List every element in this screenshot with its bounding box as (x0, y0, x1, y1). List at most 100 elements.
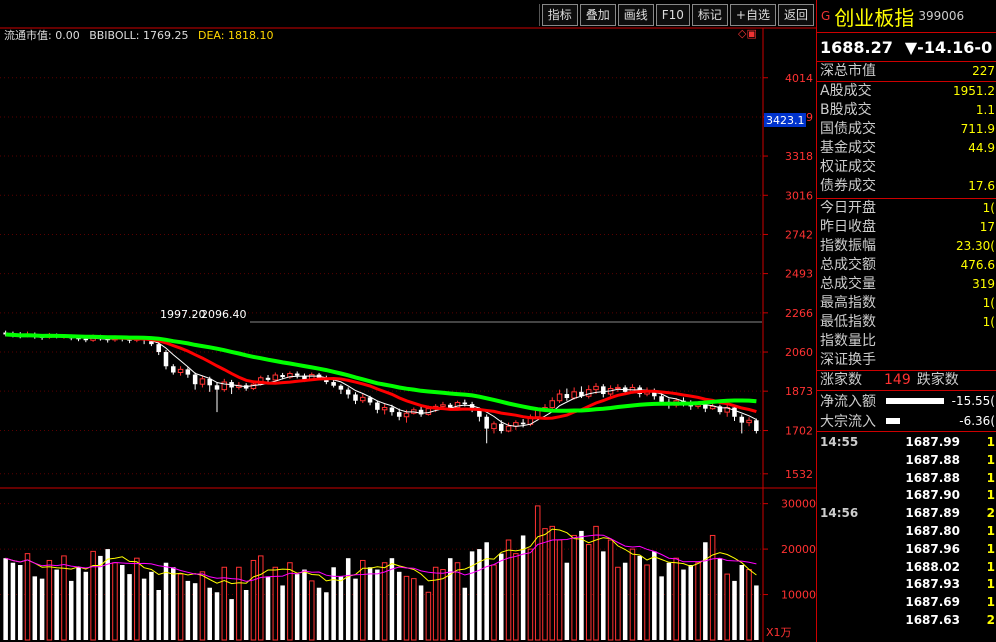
volume-bar-down (659, 576, 664, 640)
stat-row-label: 昨日收盘 (820, 219, 876, 235)
turnover-row: 权证成交 (817, 158, 996, 177)
ltsz-value: 流通市值: 0.00 (4, 29, 80, 42)
stat-row-label: 总成交额 (820, 257, 876, 273)
candle-body-up (440, 404, 446, 407)
tick-price: 1687.69 (905, 595, 960, 610)
volume-bar-down (462, 587, 468, 640)
volume-bar-down (10, 562, 16, 640)
volume-bar-down (666, 562, 672, 640)
volume-bar-down (265, 576, 271, 640)
volume-bar-up (24, 553, 31, 641)
chart-area[interactable]: 4014364933183016274224932266206018731702… (0, 0, 816, 642)
volume-bar-down (280, 585, 285, 640)
volume-bar-down (229, 599, 234, 640)
indicator-button[interactable]: 指标 (541, 4, 578, 26)
candle-body-down (396, 412, 402, 417)
candle-body-down (520, 422, 526, 425)
volume-tick-label: 20000 (781, 543, 816, 556)
stat-row: 今日开盘 1( (817, 199, 996, 218)
tick-volume: 2 (986, 506, 995, 521)
volume-bar-down (324, 592, 329, 640)
candle-body-up (593, 385, 599, 391)
turnover-row-value: 44.9 (968, 141, 995, 155)
turnover-row-label: 国债成交 (820, 121, 876, 137)
volume-bar-down (105, 549, 110, 640)
volume-bar-down (652, 551, 657, 640)
candle-body-up (505, 425, 512, 432)
volume-bar-down (141, 578, 147, 640)
back-button[interactable]: 返回 (777, 4, 814, 26)
tick-price: 1687.93 (905, 577, 960, 592)
volume-bar-down (171, 567, 176, 640)
price-tick-label: 3318 (785, 150, 813, 163)
tick-time (817, 594, 890, 612)
stat-row: 指数振幅 23.30( (817, 237, 996, 256)
candle-body-up (199, 378, 206, 385)
volume-bar-down (484, 542, 489, 640)
volume-bar-up (134, 557, 140, 641)
candle-body-down (163, 352, 169, 367)
volume-bar-up (556, 539, 563, 641)
stat-row: 最高指数 1( (817, 294, 996, 313)
current-price-tag-label: 3423.1 (766, 114, 805, 127)
volume-bar-down (243, 590, 249, 640)
volume-bar-down (717, 558, 723, 640)
turnover-row-label: 基金成交 (820, 140, 876, 156)
candle-body-up (272, 374, 279, 381)
mark-button[interactable]: 标记 (691, 4, 728, 26)
turnover-row-label: 债券成交 (820, 178, 876, 194)
volume-bar-down (185, 580, 191, 640)
turnover-row-label: A股成交 (820, 83, 872, 99)
tick-volume: 1 (986, 523, 995, 538)
volume-bar-down (3, 558, 8, 640)
volume-bar-up (432, 566, 439, 641)
candle-body-down (484, 416, 489, 429)
turnover-section: A股成交 1951.2 B股成交 1.1 国债成交 711.9 基金成交 44.… (817, 82, 996, 199)
market-row-label: 深总市值 (820, 63, 876, 79)
candle-body-up (746, 419, 752, 424)
volume-bar-up (112, 562, 118, 641)
flow-value: -6.36( (959, 414, 995, 428)
volume-bar-down (564, 562, 570, 640)
overlay-button[interactable]: 叠加 (579, 4, 616, 26)
tick-price: 1687.63 (905, 612, 960, 627)
bbiboll-value: BBIBOLL: 1769.25 (89, 29, 189, 42)
stat-row: 最低指数 1( (817, 313, 996, 332)
draw-line-button[interactable]: 画线 (617, 4, 654, 26)
add-favorite-button[interactable]: +自选 (729, 4, 776, 26)
volume-bar-down (316, 587, 322, 640)
volume-bar-down (601, 551, 606, 640)
stat-row-label: 指数量比 (820, 333, 876, 349)
volume-bar-up (90, 550, 96, 641)
candle-body-down (659, 396, 664, 402)
flow-row: 净流入额 -15.55( (817, 391, 996, 411)
turnover-row-value: 1.1 (975, 103, 995, 117)
tick-list[interactable]: 14:55 1687.99 1 1687.88 1 1687.88 1 1687… (817, 432, 996, 630)
kline-chart[interactable]: 4014364933183016274224932266206018731702… (0, 0, 816, 642)
volume-bar-down (499, 553, 504, 640)
stat-row-label: 指数振幅 (820, 238, 876, 254)
tick-time (817, 541, 890, 559)
flow-label: 大宗流入 (820, 414, 876, 430)
market-section: 深总市值 227 (817, 62, 996, 82)
tick-time (817, 612, 890, 630)
candle-body-down (294, 373, 300, 376)
tick-volume: 1 (986, 452, 995, 467)
tick-time (817, 576, 890, 594)
candle-body-up (381, 407, 388, 411)
tick-price: 1687.89 (905, 506, 960, 521)
price-tick-label: 1532 (785, 468, 813, 481)
flow-section: 净流入额 -15.55( 大宗流入 -6.36( (817, 391, 996, 432)
quote-panel: G 创业板指 399006 1688.27 ▼-14.16-0 深总市值 227… (816, 0, 996, 642)
f10-button[interactable]: F10 (655, 4, 690, 26)
tick-row: 14:55 1687.99 1 (817, 434, 996, 452)
tick-price: 1687.80 (905, 523, 960, 538)
price-tick-label: 2060 (785, 346, 813, 359)
volume-bar-up (46, 559, 53, 641)
volume-bar-down (688, 565, 694, 640)
chart-corner-icons[interactable]: ◇▣ (738, 27, 757, 40)
candle-body-down (192, 374, 198, 385)
volume-bar-down (156, 590, 161, 640)
flow-row: 大宗流入 -6.36( (817, 411, 996, 431)
volume-bar-up (454, 562, 461, 641)
